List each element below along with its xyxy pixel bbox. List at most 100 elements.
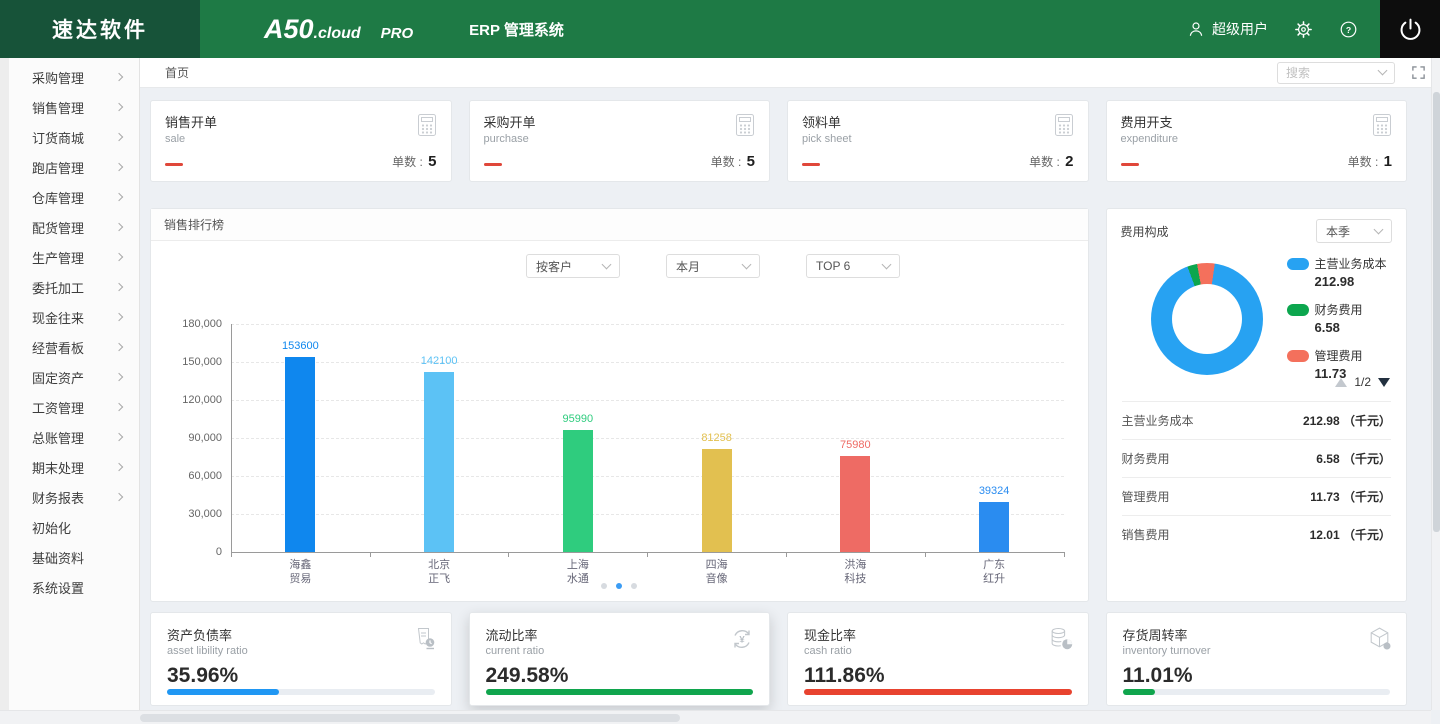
filter-value: 按客户: [536, 258, 572, 275]
kpi-progress-track: [486, 689, 754, 695]
kpi-title: 流动比率: [486, 625, 754, 644]
kpi-subtitle: current ratio: [486, 645, 754, 657]
pager-up-icon[interactable]: [1335, 378, 1347, 387]
y-tick-label: 30,000: [188, 508, 222, 520]
summary-card-2[interactable]: 采购开单purchase单数 : 5: [469, 100, 771, 182]
sidebar-item-label: 固定资产: [32, 368, 84, 387]
x-tick-mark: [370, 552, 371, 557]
sidebar-item-13[interactable]: 总账管理: [0, 422, 139, 452]
bar-slot: 142100: [370, 294, 509, 552]
search-input[interactable]: 搜索: [1277, 62, 1395, 84]
chevron-down-icon: [882, 259, 892, 269]
vertical-scrollbar[interactable]: [1431, 58, 1440, 710]
sidebar-item-15[interactable]: 财务报表: [0, 482, 139, 512]
sidebar-item-14[interactable]: 期末处理: [0, 452, 139, 482]
header-main: A50 .cloud PRO ERP 管理系统 超级用户 ?: [200, 0, 1380, 58]
legend-swatch: [1287, 350, 1309, 362]
bar-1[interactable]: [285, 357, 315, 552]
bar-3[interactable]: [563, 430, 593, 552]
expense-row-value: 6.58 （千元）: [1316, 450, 1391, 467]
user-menu[interactable]: 超级用户: [1187, 19, 1268, 39]
calculator-icon: [1051, 112, 1077, 143]
pager-down-icon[interactable]: [1378, 378, 1390, 387]
sidebar-item-2[interactable]: 销售管理: [0, 92, 139, 122]
summary-card-1[interactable]: 销售开单sale单数 : 5: [150, 100, 452, 182]
carousel-dot-1[interactable]: [601, 583, 607, 589]
carousel-dot-3[interactable]: [631, 583, 637, 589]
sidebar-item-label: 跑店管理: [32, 158, 84, 177]
gear-icon[interactable]: [1294, 20, 1313, 39]
fullscreen-icon[interactable]: [1411, 65, 1426, 80]
coins-icon: [1048, 625, 1075, 657]
sidebar-item-16[interactable]: 初始化: [0, 512, 139, 542]
chevron-down-icon: [742, 259, 752, 269]
period-filter-select[interactable]: 本季: [1316, 219, 1392, 243]
sidebar-item-11[interactable]: 固定资产: [0, 362, 139, 392]
vertical-scrollbar-thumb[interactable]: [1433, 92, 1440, 532]
kpi-title: 资产负债率: [167, 625, 435, 644]
sales-ranking-panel: 销售排行榜 按客户本月TOP 6 030,00060,00090,000120,…: [150, 208, 1089, 602]
chevron-right-icon: [115, 343, 123, 351]
header-actions: 超级用户 ?: [1187, 19, 1358, 39]
summary-card-subtitle: expenditure: [1121, 133, 1393, 145]
kpi-progress-fill: [486, 689, 754, 695]
expense-row-1: 主营业务成本212.98 （千元）: [1122, 401, 1392, 439]
tab-home[interactable]: 首页: [165, 64, 189, 81]
chart-filter-select-2[interactable]: 本月: [666, 254, 760, 278]
x-tick-mark: [786, 552, 787, 557]
horizontal-scrollbar[interactable]: [0, 710, 1431, 724]
summary-card-3[interactable]: 领料单pick sheet单数 : 2: [787, 100, 1089, 182]
sidebar-item-label: 经营看板: [32, 338, 84, 357]
horizontal-scrollbar-thumb[interactable]: [140, 714, 680, 722]
sidebar-item-18[interactable]: 系统设置: [0, 572, 139, 602]
tab-bar: 首页 搜索: [140, 58, 1440, 88]
kpi-card-3: 现金比率cash ratio111.86%: [787, 612, 1089, 706]
expense-panel: 费用构成 本季 主营业务成本212.98财务费用6.58管理费用11.73 1/…: [1106, 208, 1408, 602]
sidebar-item-label: 工资管理: [32, 398, 84, 417]
kpi-progress-track: [804, 689, 1072, 695]
x-tick-mark: [231, 552, 232, 557]
summary-card-title: 费用开支: [1121, 112, 1393, 131]
sidebar-item-1[interactable]: 采购管理: [0, 62, 139, 92]
bar-6[interactable]: [979, 502, 1009, 552]
summary-card-4[interactable]: 费用开支expenditure单数 : 1: [1106, 100, 1408, 182]
sidebar-item-8[interactable]: 委托加工: [0, 272, 139, 302]
summary-card-subtitle: sale: [165, 133, 437, 145]
expense-row-label: 管理费用: [1122, 488, 1170, 505]
sidebar-item-6[interactable]: 配货管理: [0, 212, 139, 242]
sidebar-item-7[interactable]: 生产管理: [0, 242, 139, 272]
chart-filter-select-1[interactable]: 按客户: [526, 254, 620, 278]
expense-panel-title: 费用构成: [1121, 223, 1169, 240]
summary-cards-row: 销售开单sale单数 : 5采购开单purchase单数 : 5领料单pick …: [150, 100, 1407, 182]
cube-icon: [1366, 625, 1393, 657]
sidebar-item-3[interactable]: 订货商城: [0, 122, 139, 152]
kpi-title: 存货周转率: [1123, 625, 1391, 644]
main-content: 销售开单sale单数 : 5采购开单purchase单数 : 5领料单pick …: [140, 88, 1440, 710]
sidebar-item-12[interactable]: 工资管理: [0, 392, 139, 422]
refresh-yen-icon: ¥: [728, 625, 756, 658]
kpi-value: 249.58%: [486, 664, 754, 688]
sidebar-item-9[interactable]: 现金往来: [0, 302, 139, 332]
sidebar-item-4[interactable]: 跑店管理: [0, 152, 139, 182]
filter-value: TOP 6: [816, 259, 850, 273]
carousel-dot-2[interactable]: [616, 583, 622, 589]
kpi-card-2: 流动比率current ratio¥249.58%: [469, 612, 771, 706]
y-tick-label: 180,000: [182, 318, 222, 330]
legend-swatch: [1287, 304, 1309, 316]
y-tick-label: 60,000: [188, 470, 222, 482]
question-icon[interactable]: ?: [1339, 20, 1358, 39]
bar-5[interactable]: [840, 456, 870, 552]
chart-filter-select-3[interactable]: TOP 6: [806, 254, 900, 278]
chevron-right-icon: [115, 313, 123, 321]
sidebar-item-17[interactable]: 基础资料: [0, 542, 139, 572]
chevron-right-icon: [115, 163, 123, 171]
sales-bar-chart: 030,00060,00090,000120,000150,000180,000…: [231, 294, 1064, 589]
bar-slot: 153600: [231, 294, 370, 552]
bar-4[interactable]: [702, 449, 732, 552]
sidebar-item-5[interactable]: 仓库管理: [0, 182, 139, 212]
summary-card-title: 采购开单: [484, 112, 756, 131]
summary-card-count: 单数 : 2: [1029, 153, 1073, 170]
sidebar-item-10[interactable]: 经营看板: [0, 332, 139, 362]
bar-2[interactable]: [424, 372, 454, 552]
logout-button[interactable]: [1380, 0, 1440, 58]
